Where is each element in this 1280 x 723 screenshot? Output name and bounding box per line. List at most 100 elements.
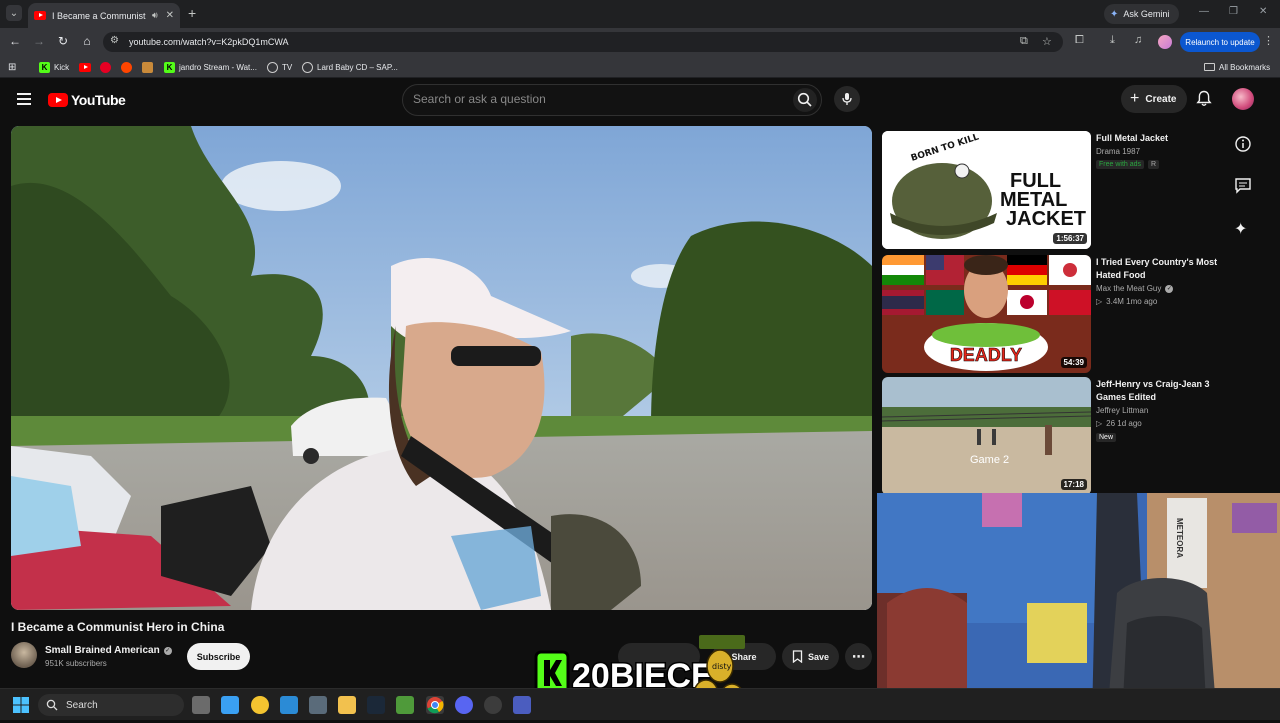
volleyball-thumbnail-image: Game 2 <box>882 377 1091 495</box>
apps-grid-icon[interactable]: ⊞ <box>8 60 16 74</box>
gemini-sparkle-icon: ✦ <box>1110 8 1119 20</box>
recommendation-channel[interactable]: Max the Meat Guy ✓ <box>1096 284 1174 293</box>
search-input[interactable] <box>413 92 773 106</box>
search-button[interactable] <box>793 88 817 112</box>
downloads-icon[interactable]: ⤓ <box>1110 34 1115 47</box>
folder-icon <box>1204 63 1215 71</box>
speaker-icon[interactable]: 🔊︎ <box>152 10 158 21</box>
recommendation-item[interactable]: DEADLY 54:39 I Tried Every Country's Mos… <box>882 255 1262 373</box>
pinterest-icon <box>100 61 111 73</box>
browser-toolbar: ← → ↻ ⌂ ⚙ youtube.com/watch?v=K2pkDQ1mCW… <box>0 28 1280 56</box>
stats-text: 3.4M 1mo ago <box>1106 297 1158 306</box>
chrome-icon[interactable] <box>426 696 444 714</box>
recommendation-thumbnail[interactable]: Game 2 17:18 <box>882 377 1091 495</box>
bookmark-kick-label: Kick <box>54 62 70 72</box>
search-icon <box>797 92 812 107</box>
recommendation-thumbnail[interactable]: BORN TO KILL FULL METAL JACKET 1:56:37 <box>882 131 1091 249</box>
bookmark-youtube[interactable] <box>79 60 91 74</box>
calculator-icon[interactable] <box>309 696 327 714</box>
meteora-poster-text: METEORA <box>1175 518 1184 558</box>
save-button[interactable]: Save <box>782 643 839 670</box>
browser-menu-icon[interactable]: ⋮ <box>1263 34 1274 47</box>
verified-check-icon: ✓ <box>1165 284 1174 293</box>
reload-icon[interactable]: ↻ <box>55 34 71 48</box>
widgets-icon[interactable] <box>221 696 239 714</box>
more-actions-icon[interactable]: ⋯ <box>845 643 872 670</box>
account-avatar[interactable] <box>1232 88 1254 110</box>
rating-badge: R <box>1148 160 1160 169</box>
minimize-icon[interactable]: — <box>1199 6 1209 17</box>
tab-close-icon[interactable]: ✕ <box>166 10 174 21</box>
app-icon[interactable] <box>513 696 531 714</box>
profile-avatar[interactable] <box>1158 35 1172 49</box>
helmet-thumbnail-image: BORN TO KILL FULL METAL JACKET <box>882 131 1091 249</box>
voice-search-button[interactable] <box>834 86 860 112</box>
all-bookmarks[interactable]: All Bookmarks <box>1204 60 1270 74</box>
reddit-icon <box>121 61 132 73</box>
youtube-logo[interactable]: YouTube <box>48 92 126 108</box>
subscribe-button[interactable]: Subscribe <box>187 643 250 670</box>
home-icon[interactable]: ⌂ <box>79 34 95 48</box>
bookmark-kick[interactable]: K Kick <box>39 60 69 74</box>
microphone-icon <box>842 93 852 105</box>
chat-icon[interactable] <box>1234 177 1252 200</box>
bookmark-star-icon[interactable]: ☆ <box>1042 35 1052 48</box>
bookmark-tv-label: TV <box>282 62 293 72</box>
site-info-icon[interactable]: ⚙ <box>110 35 119 46</box>
duration-badge: 54:39 <box>1060 357 1087 368</box>
ai-sparkle-icon[interactable]: ✦ <box>1234 219 1247 239</box>
close-window-icon[interactable]: ✕ <box>1259 6 1267 17</box>
recommendation-title[interactable]: Jeff-Henry vs Craig-Jean 3 Games Edited <box>1096 378 1226 404</box>
video-player[interactable] <box>11 126 872 610</box>
obs-icon[interactable] <box>484 696 502 714</box>
info-icon[interactable] <box>1234 135 1252 158</box>
photos-icon[interactable] <box>280 696 298 714</box>
relaunch-to-update-button[interactable]: Relaunch to update <box>1180 32 1260 52</box>
bookmark-pinterest[interactable] <box>100 60 111 74</box>
bookmark-reddit[interactable] <box>121 60 132 74</box>
can-label-text: disty <box>712 662 732 671</box>
channel-avatar[interactable] <box>11 642 37 668</box>
windows-start-icon[interactable] <box>12 696 30 714</box>
bookmark-jandro-stream[interactable]: K jandro Stream - Wat... <box>164 60 257 74</box>
discord-icon[interactable] <box>455 696 473 714</box>
recommendation-thumbnail[interactable]: DEADLY 54:39 <box>882 255 1091 373</box>
install-app-icon[interactable]: ⧉ <box>1020 35 1028 48</box>
recommendation-title[interactable]: Full Metal Jacket <box>1096 132 1226 145</box>
channel-name[interactable]: Small Brained American ✓ <box>45 645 172 656</box>
active-tab[interactable]: I Became a Communist Hero in China 🔊︎ ✕ <box>28 3 180 28</box>
minecraft-icon[interactable] <box>396 696 414 714</box>
media-controls-icon[interactable]: ♫ <box>1134 34 1142 46</box>
new-tab-icon[interactable]: + <box>188 5 196 21</box>
recommendation-channel[interactable]: Jeffrey Littman <box>1096 406 1148 415</box>
file-explorer-icon[interactable] <box>338 696 356 714</box>
bookmark-site[interactable] <box>142 60 153 74</box>
extensions-icon[interactable]: ⧠ <box>1075 34 1084 47</box>
deadly-thumb-text: DEADLY <box>950 345 1022 365</box>
taskbar-search[interactable]: Search <box>38 694 184 716</box>
webcam-overlay: METEORA <box>877 493 1280 720</box>
bookmark-lard-baby[interactable]: Lard Baby CD – SAP... <box>302 60 398 74</box>
bookmark-tv[interactable]: TV <box>267 60 292 74</box>
notifications-bell-icon[interactable] <box>1196 90 1212 112</box>
game-2-thumb-text: Game 2 <box>970 454 1009 466</box>
search-box[interactable] <box>402 84 822 116</box>
youtube-favicon-icon <box>34 11 46 20</box>
recommendation-meta: Drama 1987 <box>1096 147 1141 156</box>
omnibox[interactable]: ⚙ youtube.com/watch?v=K2pkDQ1mCWA ⧉ ☆ <box>103 32 1063 52</box>
forward-icon[interactable]: → <box>31 34 47 48</box>
recommendation-item[interactable]: Game 2 17:18 Jeff-Henry vs Craig-Jean 3 … <box>882 377 1262 495</box>
recommendation-item[interactable]: BORN TO KILL FULL METAL JACKET 1:56:37 F… <box>882 131 1262 249</box>
back-icon[interactable]: ← <box>7 34 23 48</box>
tab-list-chevron-icon[interactable]: ⌄ <box>6 5 22 21</box>
menu-icon[interactable] <box>17 93 31 108</box>
recommendation-title[interactable]: I Tried Every Country's Most Hated Food <box>1096 256 1226 282</box>
create-button[interactable]: + Create <box>1121 85 1188 113</box>
new-badge: New <box>1096 433 1117 442</box>
duration-badge: 1:56:37 <box>1053 233 1087 244</box>
restore-icon[interactable]: ❐ <box>1229 6 1238 17</box>
steam-icon[interactable] <box>367 696 385 714</box>
weather-icon[interactable] <box>251 696 269 714</box>
task-view-icon[interactable] <box>192 696 210 714</box>
ask-gemini-button[interactable]: ✦ Ask Gemini <box>1104 4 1180 24</box>
